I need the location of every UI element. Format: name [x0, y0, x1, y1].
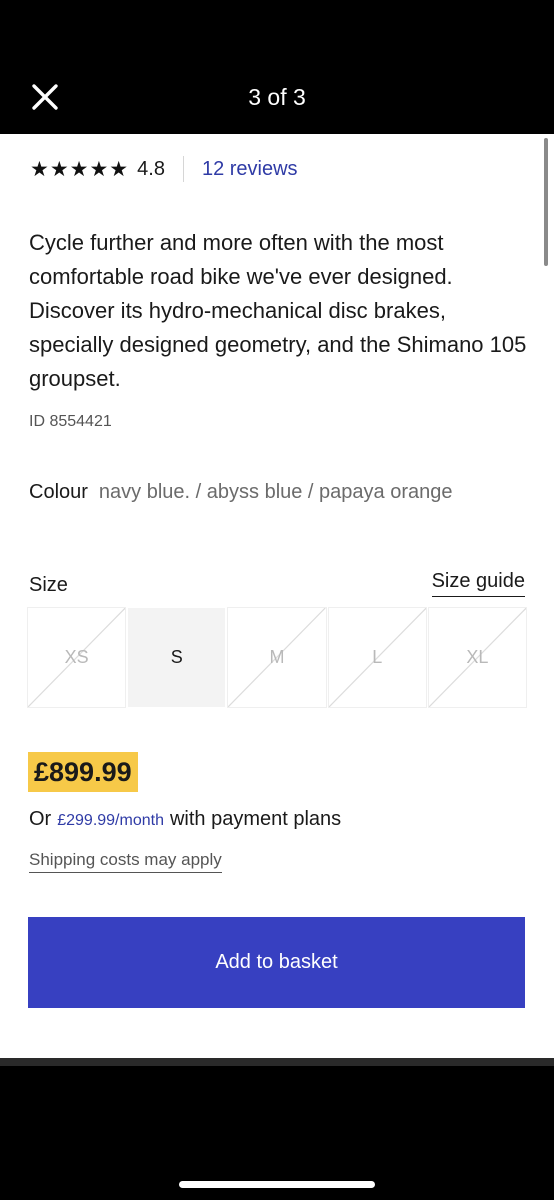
product-description: Cycle further and more often with the mo… — [29, 230, 527, 391]
size-label: Size — [29, 574, 68, 596]
size-option-xs[interactable]: XS — [26, 607, 127, 708]
size-option-label: S — [170, 647, 183, 667]
shipping-note-link[interactable]: Shipping costs may apply — [29, 850, 222, 873]
price: £899.99 — [28, 752, 138, 792]
size-option-label: L — [372, 647, 383, 667]
payment-plan-row: Or £299.99/month with payment plans — [29, 808, 341, 831]
product-sheet[interactable]: ★★★★★ 4.8 12 reviews Cycle further and m… — [0, 134, 554, 1058]
size-option-label: XL — [466, 647, 489, 667]
home-indicator[interactable] — [179, 1181, 375, 1188]
size-option-s[interactable]: S — [128, 608, 226, 707]
size-option-m[interactable]: M — [227, 607, 327, 708]
scrollbar[interactable] — [544, 138, 548, 266]
size-guide-link[interactable]: Size guide — [431, 570, 525, 597]
rating-value: 4.8 — [137, 157, 165, 180]
size-option-label: XS — [64, 647, 89, 667]
top-bar: 3 of 3 — [0, 0, 554, 134]
size-option-l[interactable]: L — [327, 607, 427, 708]
payment-suffix: with payment plans — [169, 808, 342, 830]
image-counter: 3 of 3 — [248, 84, 306, 110]
colour-value: navy blue. / abyss blue / papaya orange — [98, 481, 453, 503]
reviews-link[interactable]: 12 reviews — [202, 158, 298, 181]
rating-divider — [182, 156, 184, 182]
product-id: ID 8554421 — [29, 413, 112, 430]
colour-label: Colour — [29, 481, 88, 503]
colour-row: Colour navy blue. / abyss blue / papaya … — [29, 481, 453, 504]
add-to-basket-button[interactable]: Add to basket — [28, 917, 525, 1008]
payment-monthly-link[interactable]: £299.99/month — [57, 812, 164, 830]
size-option-label: M — [269, 647, 285, 667]
size-option-xl[interactable]: XL — [427, 607, 528, 708]
size-selector: XS S M L XL — [26, 607, 528, 708]
sheet-bottom-edge — [0, 1058, 554, 1066]
rating-row: ★★★★★ 4.8 12 reviews — [30, 154, 298, 184]
star-rating-icon: ★★★★★ — [30, 156, 130, 181]
payment-or: Or — [29, 808, 52, 830]
